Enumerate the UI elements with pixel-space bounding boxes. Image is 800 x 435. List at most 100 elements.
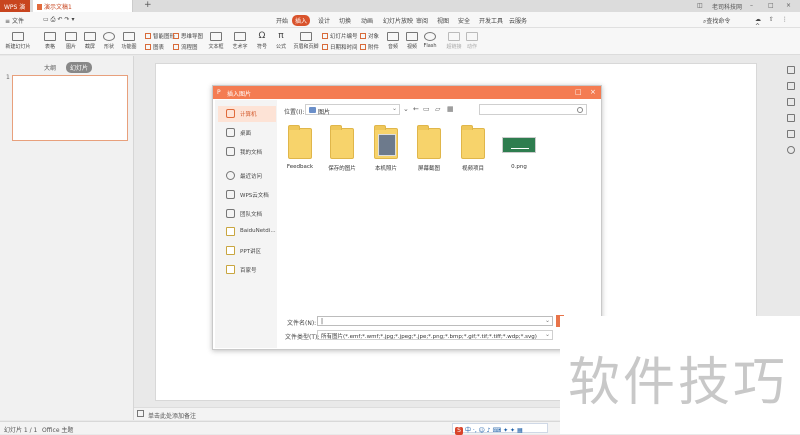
up-folder-icon[interactable]: ▭ bbox=[423, 105, 430, 113]
video-button[interactable]: 视频 bbox=[403, 32, 421, 50]
template-icon[interactable] bbox=[787, 66, 795, 74]
picture-button[interactable]: 图片 bbox=[61, 32, 81, 50]
symbol-button[interactable]: Ω 符号 bbox=[253, 32, 271, 51]
sidebar-item-desktop[interactable]: 桌面 bbox=[218, 125, 276, 141]
folder-icon bbox=[288, 125, 312, 159]
document-tab[interactable]: 演示文稿1 bbox=[33, 0, 133, 12]
desktop-icon bbox=[226, 128, 235, 137]
table-icon bbox=[44, 32, 56, 41]
slide-number-button[interactable]: 幻灯片编号 bbox=[322, 32, 358, 40]
file-menu[interactable]: ≡ 文件 bbox=[2, 15, 27, 26]
screenshot-button[interactable]: 截屏 bbox=[80, 32, 100, 50]
tab-view[interactable]: 视图 bbox=[434, 15, 452, 26]
quick-access-icons[interactable]: ▭⎙↶↷▾ bbox=[40, 15, 80, 25]
action-button[interactable]: 动作 bbox=[464, 32, 480, 50]
new-tab-button[interactable]: + bbox=[144, 0, 152, 10]
tab-developer[interactable]: 开发工具 bbox=[476, 15, 506, 26]
cloud-icon bbox=[226, 190, 235, 199]
tab-transition[interactable]: 切换 bbox=[336, 15, 354, 26]
view-mode-icon[interactable]: ▦ bbox=[447, 105, 454, 113]
hyperlink-icon bbox=[448, 32, 460, 41]
properties-icon[interactable] bbox=[787, 130, 795, 138]
filename-input[interactable]: | ⌄ bbox=[317, 316, 553, 326]
ime-toolbar[interactable]: S中 ·, ☺ ♪ ⌨ ✦ ✦ ▦ bbox=[452, 423, 548, 435]
share-icon[interactable] bbox=[787, 82, 795, 90]
user-icon[interactable]: ◫ bbox=[697, 2, 703, 9]
filetype-select[interactable]: 所有图片(*.emf;*.wmf;*.jpg;*.jpeg;*.jpe;*.pn… bbox=[317, 330, 553, 340]
sidebar-item-recent[interactable]: 最近访问 bbox=[218, 168, 276, 184]
close-icon[interactable]: × bbox=[590, 88, 596, 96]
animation-icon[interactable] bbox=[787, 98, 795, 106]
date-time-button[interactable]: 日期和时间 bbox=[322, 43, 358, 51]
sidebar-item-documents[interactable]: 我的文档 bbox=[218, 144, 276, 160]
flash-button[interactable]: Flash bbox=[421, 32, 439, 49]
tab-design[interactable]: 设计 bbox=[315, 15, 333, 26]
tab-slideshow[interactable]: 幻灯片放映 bbox=[380, 15, 416, 26]
tab-security[interactable]: 安全 bbox=[455, 15, 473, 26]
art-text-button[interactable]: 艺术字 bbox=[229, 32, 251, 50]
sidebar-item-baidunetdisk[interactable]: BaiduNetdi... bbox=[218, 224, 276, 240]
sidebar-item-baijiahao[interactable]: 百家号 bbox=[218, 262, 276, 278]
audio-button[interactable]: 音频 bbox=[384, 32, 402, 50]
location-select[interactable]: 图片 ⌄ bbox=[305, 104, 400, 116]
icons-button[interactable]: 功能图 bbox=[118, 32, 140, 50]
sidebar-item-computer[interactable]: 计算机 bbox=[218, 106, 276, 122]
slide-number: 1 bbox=[6, 74, 10, 81]
app-tab[interactable]: WPS 演示 bbox=[0, 0, 30, 20]
folder-icon bbox=[417, 125, 441, 159]
sidebar-item-wps-cloud[interactable]: WPS云文档 bbox=[218, 187, 276, 203]
menu-bar: ≡ 文件 ▭⎙↶↷▾ 开始 插入 设计 切换 动画 幻灯片放映 审阅 视图 安全… bbox=[0, 12, 800, 30]
chevron-down-icon[interactable]: ⌄ bbox=[403, 105, 409, 113]
chevron-down-icon: ⌄ bbox=[391, 105, 397, 112]
sidebar-item-ppt[interactable]: PPT讲区 bbox=[218, 243, 276, 259]
close-window-icon[interactable]: × bbox=[786, 2, 791, 9]
object-button[interactable]: 对象 bbox=[360, 32, 379, 40]
formula-button[interactable]: π 公式 bbox=[272, 31, 290, 51]
new-folder-icon[interactable]: ▱ bbox=[435, 105, 440, 113]
tab-outline[interactable]: 大纲 bbox=[40, 62, 60, 73]
table-button[interactable]: 表格 bbox=[40, 32, 60, 50]
minimize-window-icon[interactable]: – bbox=[750, 2, 753, 9]
attachment-button[interactable]: 附件 bbox=[360, 43, 379, 51]
user-name[interactable]: 老司科技网 bbox=[712, 2, 742, 11]
smart-graphic-button[interactable]: 智能图形 bbox=[145, 32, 175, 40]
file-item[interactable]: 0.png bbox=[494, 128, 544, 170]
tab-cloud[interactable]: 云服务 bbox=[506, 15, 530, 26]
file-item[interactable]: 屏幕截图 bbox=[404, 125, 454, 172]
tab-home[interactable]: 开始 bbox=[273, 15, 291, 26]
pi-icon: π bbox=[278, 31, 284, 41]
select-icon[interactable] bbox=[787, 114, 795, 122]
maximize-icon[interactable]: □ bbox=[575, 88, 582, 96]
flowchart-icon bbox=[173, 44, 179, 50]
sidebar-item-team[interactable]: 团队文档 bbox=[218, 206, 276, 222]
command-search[interactable]: ⌕查找命令 bbox=[700, 15, 733, 27]
right-sidebar bbox=[783, 66, 800, 166]
history-icon[interactable] bbox=[787, 146, 795, 154]
shape-button[interactable]: 形状 bbox=[99, 32, 119, 50]
tab-slides[interactable]: 幻灯片 bbox=[65, 62, 92, 73]
tab-animation[interactable]: 动画 bbox=[358, 15, 376, 26]
search-input[interactable] bbox=[479, 104, 587, 115]
back-icon[interactable]: ← bbox=[413, 105, 419, 113]
file-item[interactable]: 保存的图片 bbox=[317, 125, 367, 172]
ime-tools: 中 ·, ☺ ♪ ⌨ ✦ ✦ ▦ bbox=[465, 427, 523, 434]
tab-review[interactable]: 审阅 bbox=[413, 15, 431, 26]
hyperlink-button[interactable]: 超链接 bbox=[444, 32, 464, 50]
flowchart-button[interactable]: 流程图 bbox=[173, 43, 198, 51]
header-footer-icon bbox=[300, 32, 312, 41]
slide-thumbnail[interactable] bbox=[12, 75, 128, 141]
header-footer-button[interactable]: 页眉和页脚 bbox=[293, 32, 319, 50]
search-icon bbox=[577, 107, 583, 113]
new-slide-button[interactable]: 新建幻灯片 bbox=[4, 32, 32, 50]
title-bar: WPS 演示 演示文稿1 + 老司科技网 ◫ – □ × bbox=[0, 0, 800, 20]
video-icon bbox=[406, 32, 418, 41]
computer-icon bbox=[226, 109, 235, 118]
mindmap-button[interactable]: 思维导图 bbox=[173, 32, 203, 40]
file-item[interactable]: 视频项目 bbox=[448, 125, 498, 172]
chart-button[interactable]: 图表 bbox=[145, 43, 164, 51]
ribbon-toolbar: 新建幻灯片 表格 图片 截屏 形状 功能图 智能图形 图表 思维导图 流程图 文… bbox=[0, 28, 800, 55]
tab-insert[interactable]: 插入 bbox=[292, 15, 311, 26]
textbox-button[interactable]: 文本框 bbox=[205, 32, 227, 50]
maximize-window-icon[interactable]: □ bbox=[768, 2, 774, 9]
document-tab-label: 演示文稿1 bbox=[44, 4, 72, 11]
